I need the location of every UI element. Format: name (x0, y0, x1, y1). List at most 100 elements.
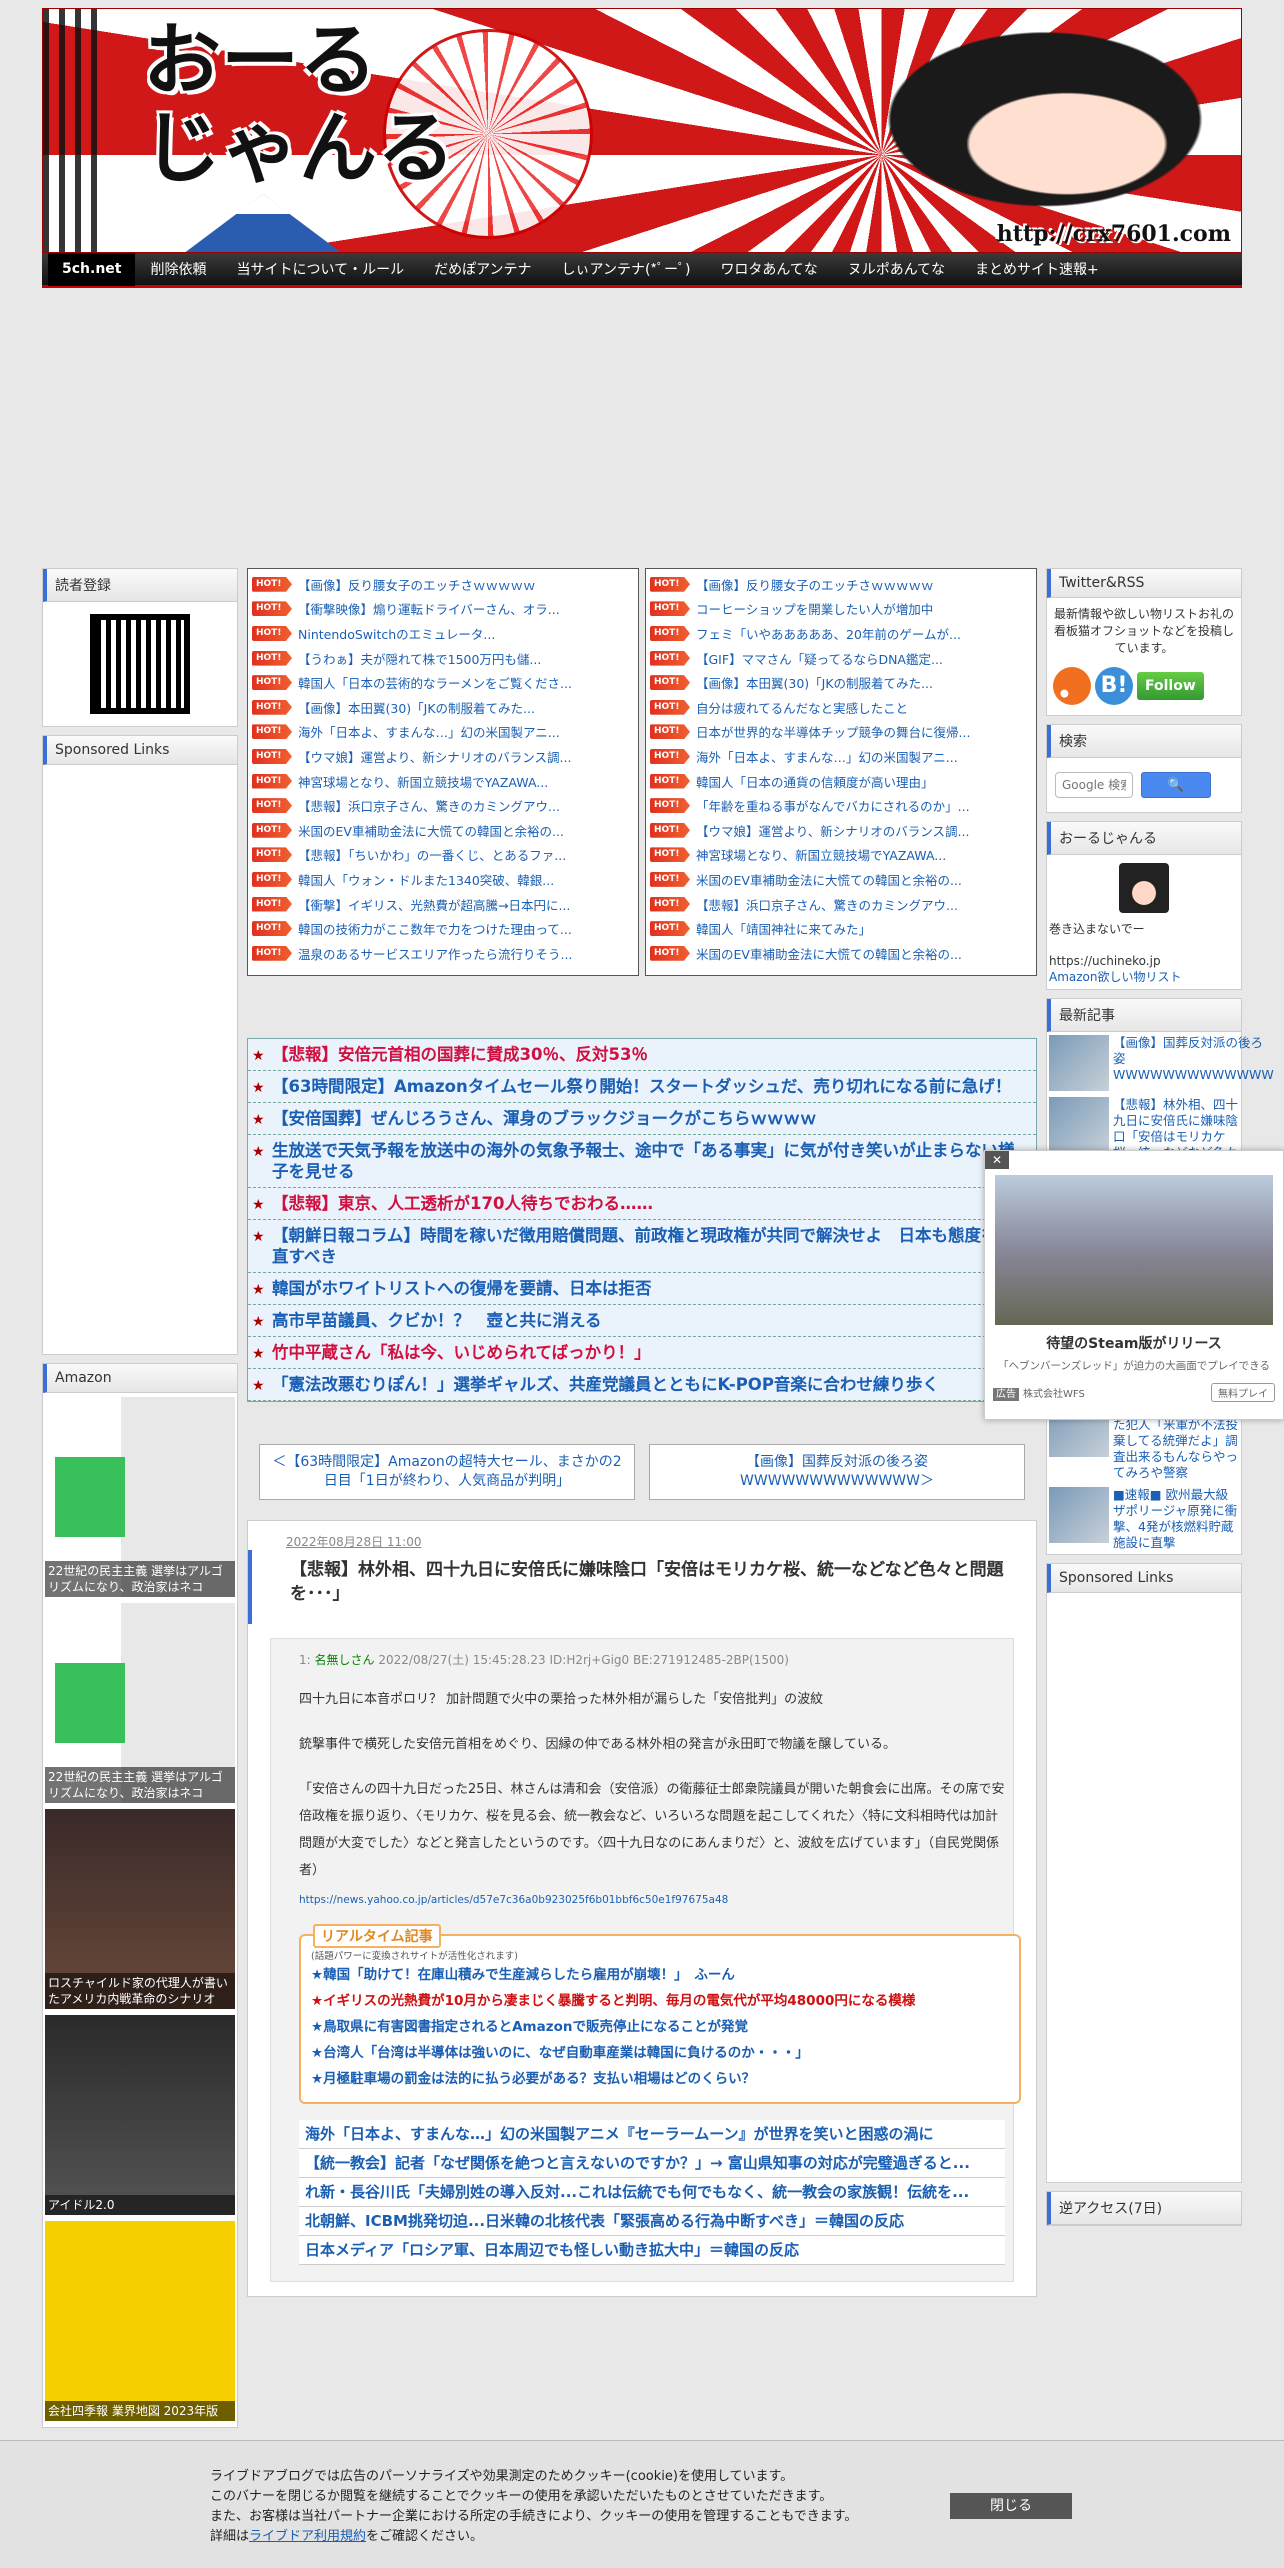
hot-article-link[interactable]: 韓国人「日本の芸術的なラーメンをご覧くださ... (298, 673, 572, 692)
hot-article-link[interactable]: 【悲報】浜口京子さん、驚きのカミングアウ... (696, 895, 958, 914)
realtime-item[interactable]: ★台湾人「台湾は半導体は強いのに、なぜ自動車産業は韓国に負けるのか・・・」 (311, 2040, 1009, 2066)
hot-article-link[interactable]: 【画像】本田翼(30)「JKの制服着てみた... (696, 673, 933, 692)
hot-article-link[interactable]: 日本が世界的な半導体チップ競争の舞台に復帰... (696, 722, 970, 741)
list-item[interactable]: HOT! 【画像】反り腰女子のエッチさｗｗｗｗｗ (252, 572, 634, 597)
headline-item[interactable]: ★ 【朝鮮日報コラム】時間を稼いだ徴用賠償問題、前政権と現政権が共同で解決せよ 日… (248, 1220, 1036, 1273)
hot-article-link[interactable]: 米国のEV車補助金法に大慌ての韓国と余裕の... (696, 870, 962, 889)
realtime-item[interactable]: ★月極駐車場の罰金は法的に払う必要がある？支払い相場はどのくらい？ (311, 2066, 1009, 2092)
nav-item-shii[interactable]: しぃアンテナ(*ﾟーﾟ) (547, 259, 706, 279)
hot-article-link[interactable]: NintendoSwitchのエミュレータ... (298, 624, 495, 643)
list-item[interactable]: HOT! 【画像】本田翼(30)「JKの制服着てみた... (650, 670, 1032, 695)
hot-article-link[interactable]: 神宮球場となり、新国立競技場でYAZAWA... (696, 845, 946, 864)
list-item[interactable]: HOT! 【画像】本田翼(30)「JKの制服着てみた... (252, 695, 634, 720)
list-item[interactable]: HOT! 海外「日本よ、すまんな…」幻の米国製アニ... (650, 744, 1032, 769)
recent-link[interactable]: 【画像】国葬反対派の後ろ姿WWWWWWWWWWWWW (1113, 1035, 1274, 1091)
headline-link[interactable]: 生放送で天気予報を放送中の海外の気象予報士、途中で「ある事実」に気が付き笑いが止… (272, 1141, 1015, 1181)
list-item[interactable]: HOT! 神宮球場となり、新国立競技場でYAZAWA... (252, 769, 634, 794)
hot-article-link[interactable]: 【悲報】「ちいかわ」の一番くじ、とあるファ... (298, 845, 566, 864)
site-header-banner[interactable]: おーる じゃんる http://crx7601.com (42, 8, 1242, 253)
article-date[interactable]: 2022年08月28日 11:00 (248, 1521, 1036, 1550)
list-item[interactable]: HOT! 【悲報】「ちいかわ」の一番くじ、とあるファ... (252, 843, 634, 868)
list-item[interactable]: HOT! 韓国の技術力がここ数年で力をつけた理由って... (252, 916, 634, 941)
recent-thumbnail[interactable] (1049, 1035, 1109, 1091)
book-cover[interactable]: アイドル2.0 (45, 2015, 235, 2215)
cookie-close-button[interactable]: 閉じる (950, 2493, 1072, 2519)
hot-article-link[interactable]: 温泉のあるサービスエリア作ったら流行りそう... (298, 944, 572, 963)
ad-image[interactable] (995, 1175, 1273, 1325)
hot-article-link[interactable]: 「年齢を重ねる事がなんでバカにされるのか」... (696, 796, 970, 815)
list-item[interactable]: HOT! 【うわぁ】夫が隠れて株で1500万円も儲... (252, 646, 634, 671)
hot-article-link[interactable]: フェミ「いやあああああ、20年前のゲームが... (696, 624, 961, 643)
headline-item[interactable]: ★ 「憲法改悪むりぽん！」選挙ギャルズ、共産党議員とともにK-POP音楽に合わせ練… (248, 1369, 1036, 1401)
source-link[interactable]: https://news.yahoo.co.jp/articles/d57e7c… (299, 1894, 1005, 1906)
recent-item[interactable]: ■速報■ 欧州最大級ザポリージャ原発に衝撃、4発が核燃料貯蔵施設に直撃 (1047, 1484, 1241, 1554)
hot-article-link[interactable]: 【ウマ娘】運営より、新シナリオのバランス調... (298, 747, 571, 766)
close-icon[interactable]: ✕ (985, 1151, 1009, 1169)
headline-link[interactable]: 【安倍国葬】ぜんじろうさん、渾身のブラックジョークがこちらｗｗｗｗ (272, 1109, 817, 1128)
hatena-icon[interactable]: B! (1095, 667, 1133, 705)
recent-thumbnail[interactable] (1049, 1097, 1109, 1153)
headline-item[interactable]: ★ 【悲報】東京、人工透析が170人待ちでおわる…… (248, 1188, 1036, 1220)
nav-item-5ch[interactable]: 5ch.net (48, 252, 136, 286)
search-input[interactable] (1055, 772, 1133, 798)
ad-title[interactable]: 待望のSteam版がリリース (985, 1333, 1283, 1353)
hot-article-link[interactable]: 【うわぁ】夫が隠れて株で1500万円も儲... (298, 649, 541, 668)
headline-link[interactable]: 高市早苗議員、クビか！？ 壺と共に消える (272, 1311, 602, 1330)
list-item[interactable]: HOT! 【ウマ娘】運営より、新シナリオのバランス調... (252, 744, 634, 769)
list-item[interactable]: HOT! 韓国人「日本の通貨の信頼度が高い理由」 (650, 769, 1032, 794)
book-cover[interactable]: 22世紀の民主主義 選挙はアルゴリズムになり、政治家はネコ (45, 1603, 235, 1803)
list-item[interactable]: HOT! 米国のEV車補助金法に大慌ての韓国と余裕の... (650, 941, 1032, 966)
book-cover[interactable]: 会社四季報 業界地図 2023年版 (45, 2221, 235, 2421)
hot-article-link[interactable]: 韓国の技術力がここ数年で力をつけた理由って... (298, 919, 572, 938)
hot-article-link[interactable]: 海外「日本よ、すまんな…」幻の米国製アニ... (696, 747, 958, 766)
nav-item-about[interactable]: 当サイトについて・ルール (221, 259, 419, 279)
headline-link[interactable]: 「憲法改悪むりぽん！」選挙ギャルズ、共産党議員とともにK-POP音楽に合わせ練り… (272, 1375, 939, 1394)
hot-article-link[interactable]: 神宮球場となり、新国立競技場でYAZAWA... (298, 772, 548, 791)
hot-article-link[interactable]: 【画像】本田翼(30)「JKの制服着てみた... (298, 698, 535, 717)
next-article-link[interactable]: 【画像】国葬反対派の後ろ姿WWWWWWWWWWWWW＞ (649, 1444, 1025, 1500)
nav-item-nurupo[interactable]: ヌルポあんてな (833, 259, 960, 279)
hot-article-link[interactable]: 米国のEV車補助金法に大慌ての韓国と余裕の... (696, 944, 962, 963)
headline-item[interactable]: ★ 【悲報】安倍元首相の国葬に賛成30％、反対53％ (248, 1039, 1036, 1071)
list-item[interactable]: HOT! 米国のEV車補助金法に大慌ての韓国と余裕の... (650, 867, 1032, 892)
list-item[interactable]: HOT! 海外「日本よ、すまんな…」幻の米国製アニ... (252, 720, 634, 745)
qr-code[interactable] (90, 614, 190, 714)
hot-article-link[interactable]: 海外「日本よ、すまんな…」幻の米国製アニ... (298, 722, 560, 741)
list-item[interactable]: HOT! 【画像】反り腰女子のエッチさｗｗｗｗｗ (650, 572, 1032, 597)
headline-link[interactable]: 【朝鮮日報コラム】時間を稼いだ徴用賠償問題、前政権と現政権が共同で解決せよ 日本… (272, 1226, 1014, 1266)
list-item[interactable]: HOT! 韓国人「日本の芸術的なラーメンをご覧くださ... (252, 670, 634, 695)
list-item[interactable]: HOT! 【悲報】浜口京子さん、驚きのカミングアウ... (252, 793, 634, 818)
list-item[interactable]: HOT! 自分は疲れてるんだなと実感したこと (650, 695, 1032, 720)
nav-item-delete[interactable]: 削除依頼 (135, 259, 221, 279)
realtime-item[interactable]: ★韓国「助けて！在庫山積みで生産減らしたら雇用が崩壊！」 ふーん (311, 1962, 1009, 1988)
search-button[interactable]: 🔍 (1141, 772, 1211, 798)
recent-thumbnail[interactable] (1049, 1487, 1109, 1543)
related-link[interactable]: 日本メディア「ロシア軍、日本周辺でも怪しい動き拡大中」＝韓国の反応 (299, 2236, 1005, 2265)
prev-article-link[interactable]: ＜【63時間限定】Amazonの超特大セール、まさかの2日目「1日が終わり、人気… (259, 1444, 635, 1500)
headline-link[interactable]: 【悲報】東京、人工透析が170人待ちでおわる…… (272, 1194, 653, 1213)
book-cover[interactable]: ロスチャイルド家の代理人が書いたアメリカ内戦革命のシナリオ (45, 1809, 235, 2009)
list-item[interactable]: HOT! 韓国人「靖国神社に来てみた」 (650, 916, 1032, 941)
headline-link[interactable]: 【悲報】安倍元首相の国葬に賛成30％、反対53％ (272, 1045, 648, 1064)
related-link[interactable]: 【統一教会】記者「なぜ関係を絶つと言えないのですか？」→ 富山県知事の対応が完璧… (299, 2149, 1005, 2178)
recent-link[interactable]: ■速報■ 欧州最大級ザポリージャ原発に衝撃、4発が核燃料貯蔵施設に直撃 (1113, 1487, 1239, 1551)
hot-article-link[interactable]: 米国のEV車補助金法に大慌ての韓国と余裕の... (298, 821, 564, 840)
hot-article-link[interactable]: 【衝撃】イギリス、光熱費が超高騰→日本円に... (298, 895, 570, 914)
headline-item[interactable]: ★ 高市早苗議員、クビか！？ 壺と共に消える (248, 1305, 1036, 1337)
hot-article-link[interactable]: 【悲報】浜口京子さん、驚きのカミングアウ... (298, 796, 560, 815)
hot-article-link[interactable]: コーヒーショップを開業したい人が増加中 (696, 599, 933, 618)
headline-link[interactable]: 【63時間限定】Amazonタイムセール祭り開始！スタートダッシュだ、売り切れに… (272, 1077, 1011, 1096)
terms-link[interactable]: ライブドア利用規約 (249, 2529, 366, 2544)
hot-article-link[interactable]: 【画像】反り腰女子のエッチさｗｗｗｗｗ (696, 575, 934, 594)
headline-item[interactable]: ★ 【安倍国葬】ぜんじろうさん、渾身のブラックジョークがこちらｗｗｗｗ (248, 1103, 1036, 1135)
list-item[interactable]: HOT! 【衝撃】イギリス、光熱費が超高騰→日本円に... (252, 892, 634, 917)
hot-article-link[interactable]: 【画像】反り腰女子のエッチさｗｗｗｗｗ (298, 575, 536, 594)
rss-icon[interactable] (1053, 667, 1091, 705)
list-item[interactable]: HOT! 温泉のあるサービスエリア作ったら流行りそう... (252, 941, 634, 966)
list-item[interactable]: HOT! 「年齢を重ねる事がなんでバカにされるのか」... (650, 793, 1032, 818)
related-link[interactable]: 海外「日本よ、すまんな…」幻の米国製アニメ『セーラームーン』が世界を笑いと困惑の… (299, 2120, 1005, 2149)
realtime-item[interactable]: ★イギリスの光熱費が10月から凄まじく暴騰すると判明、毎月の電気代が平均4800… (311, 1988, 1009, 2014)
hot-article-link[interactable]: 自分は疲れてるんだなと実感したこと (696, 698, 908, 717)
follow-button[interactable]: Follow (1137, 672, 1204, 700)
related-link[interactable]: れ新・長谷川氏「夫婦別姓の導入反対...これは伝統でも何でもなく、統一教会の家族… (299, 2178, 1005, 2207)
